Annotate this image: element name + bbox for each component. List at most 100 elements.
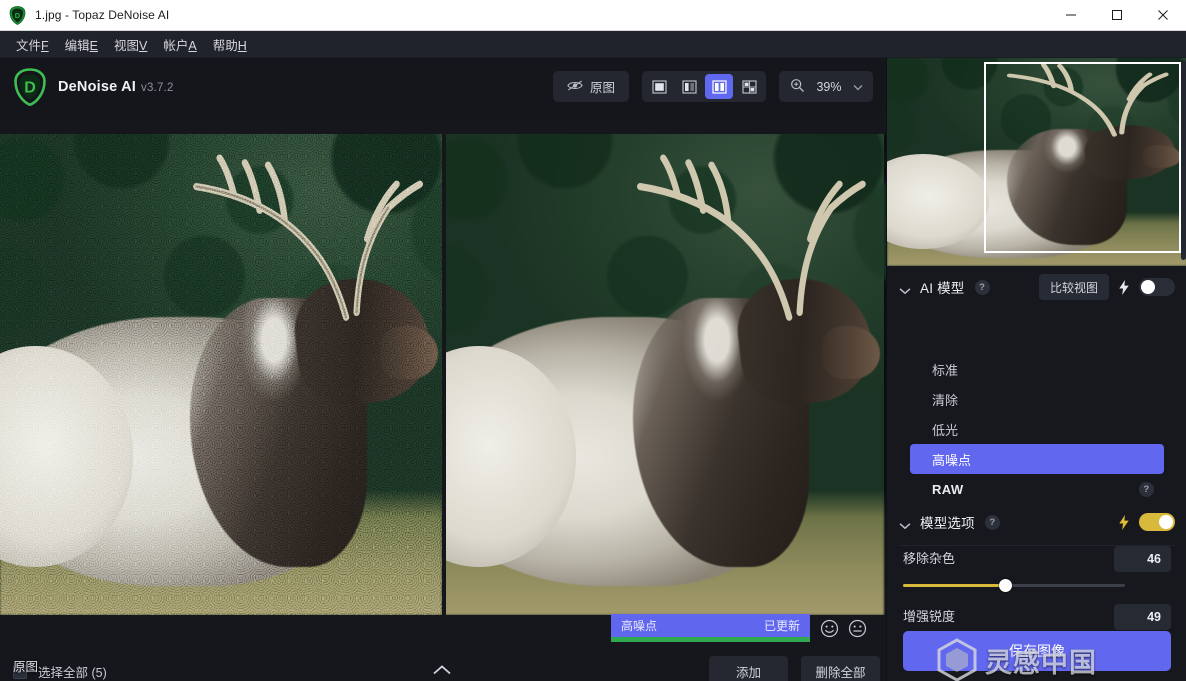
model-option-raw-label: RAW [932, 482, 964, 497]
menu-help-accel: H [238, 39, 247, 53]
model-option-severe-noise[interactable]: 高噪点 [910, 444, 1164, 474]
menu-help-label: 帮助 [213, 39, 238, 53]
right-sidebar: AI 模型 ? 比较视图 标准 清除 低光 高噪点 RAW ? [886, 58, 1186, 681]
original-pane-label: 原图 [13, 656, 38, 675]
chevron-down-icon[interactable] [853, 80, 863, 94]
chevron-down-icon[interactable] [899, 282, 910, 293]
menu-account-label: 帐户 [163, 39, 188, 53]
model-options-section-header[interactable]: 模型选项 ? [887, 505, 1186, 539]
view-mode-single[interactable] [645, 74, 673, 99]
menu-view-label: 视图 [114, 39, 139, 53]
smiley-neutral-icon[interactable] [848, 619, 867, 638]
remove-noise-slider-block: 移除杂色 46 [887, 546, 1186, 587]
remove-all-button[interactable]: 删除全部 [801, 656, 880, 681]
model-options-auto-toggle[interactable] [1139, 513, 1175, 531]
window-title: 1.jpg - Topaz DeNoise AI [35, 8, 169, 22]
smiley-happy-icon[interactable] [820, 619, 839, 638]
ai-model-section-header[interactable]: AI 模型 ? 比较视图 [887, 270, 1186, 304]
menu-edit-accel: E [90, 39, 98, 53]
enhance-sharpness-row: 增强锐度 49 [887, 604, 1186, 630]
view-mode-group [642, 71, 766, 102]
menu-edit[interactable]: 编辑E [57, 32, 106, 57]
brand-version: v3.7.2 [141, 82, 174, 94]
toolbar-controls: 原图 [553, 58, 873, 115]
remove-noise-slider[interactable] [903, 584, 1125, 587]
enhance-sharpness-value[interactable]: 49 [1114, 604, 1171, 630]
maximize-button[interactable] [1094, 0, 1140, 31]
title-bar: D 1.jpg - Topaz DeNoise AI [0, 0, 1186, 31]
model-option-standard[interactable]: 标准 [910, 354, 1164, 384]
ai-model-header-controls: 比较视图 [1039, 274, 1186, 300]
brand-name: DeNoise AI v3.7.2 [58, 79, 174, 95]
menu-view[interactable]: 视图V [106, 32, 155, 57]
topaz-denoise-window: D 1.jpg - Topaz DeNoise AI 文件F 编辑E 视图V 帐… [0, 0, 1186, 681]
remove-noise-row: 移除杂色 46 [887, 546, 1186, 572]
menu-file[interactable]: 文件F [8, 32, 57, 57]
lightning-bolt-icon [1118, 280, 1130, 295]
model-option-raw[interactable]: RAW ? [910, 474, 1164, 504]
feedback-buttons [820, 619, 867, 638]
compare-view-label: 比较视图 [1050, 279, 1098, 296]
menu-account[interactable]: 帐户A [155, 32, 204, 57]
navigator-crop-rectangle[interactable] [984, 62, 1181, 253]
show-original-button[interactable]: 原图 [553, 71, 629, 102]
ai-model-auto-toggle[interactable] [1139, 278, 1175, 296]
view-mode-split[interactable] [675, 74, 703, 99]
model-option-clear[interactable]: 清除 [910, 384, 1164, 414]
toast-bar: 高噪点 已更新 [611, 614, 810, 637]
svg-text:D: D [24, 79, 36, 96]
svg-text:D: D [15, 11, 21, 20]
filmstrip-buttons: 添加 删除全部 [709, 656, 880, 681]
add-files-label: 添加 [736, 662, 761, 681]
menu-file-accel: F [41, 39, 49, 53]
zoom-level-value: 39% [814, 80, 844, 94]
menu-bar: 文件F 编辑E 视图V 帐户A 帮助H [0, 31, 1186, 58]
chevron-up-icon[interactable] [432, 663, 452, 681]
add-files-button[interactable]: 添加 [709, 656, 788, 681]
navigator-preview[interactable] [887, 58, 1186, 266]
view-mode-side-by-side[interactable] [705, 74, 733, 99]
original-image-pane[interactable] [0, 134, 442, 615]
app-brand: D DeNoise AI v3.7.2 [13, 68, 174, 106]
menu-help[interactable]: 帮助H [205, 32, 255, 57]
image-comparison-viewport[interactable] [0, 134, 886, 615]
model-option-severe-noise-label: 高噪点 [932, 450, 971, 469]
processed-image-pane[interactable] [446, 134, 886, 615]
app-body: D DeNoise AI v3.7.2 原图 [0, 58, 1186, 681]
lightning-bolt-icon [1118, 515, 1130, 530]
magnifier-plus-icon [790, 78, 805, 96]
save-image-button[interactable]: 保存图像 [903, 631, 1171, 671]
update-toast: 高噪点 已更新 [611, 614, 810, 642]
zoom-control[interactable]: 39% [779, 71, 873, 102]
remove-noise-value[interactable]: 46 [1114, 546, 1171, 572]
model-option-lowlight[interactable]: 低光 [910, 414, 1164, 444]
ai-model-options-list: 标准 清除 低光 高噪点 RAW ? [887, 354, 1186, 504]
close-button[interactable] [1140, 0, 1186, 31]
question-mark-icon[interactable]: ? [1139, 482, 1154, 497]
menu-account-accel: A [188, 39, 196, 53]
select-all-label: 选择全部 (5) [38, 662, 107, 681]
ai-model-title: AI 模型 [920, 277, 965, 297]
enhance-sharpness-label: 增强锐度 [903, 604, 955, 625]
compare-view-button[interactable]: 比较视图 [1039, 274, 1109, 300]
model-option-clear-label: 清除 [932, 390, 958, 409]
minimize-button[interactable] [1048, 0, 1094, 31]
question-mark-icon[interactable]: ? [975, 280, 990, 295]
topaz-shield-icon: D [9, 6, 26, 25]
model-option-lowlight-label: 低光 [932, 420, 958, 439]
navigator-scrollbar[interactable] [1181, 60, 1186, 260]
remove-all-label: 删除全部 [815, 662, 865, 681]
menu-file-label: 文件 [16, 39, 41, 53]
toast-model-label: 高噪点 [621, 617, 657, 634]
model-option-standard-label: 标准 [932, 360, 958, 379]
toast-progress-bar [611, 637, 810, 642]
brand-name-label: DeNoise AI [58, 79, 136, 95]
eye-slash-icon [567, 79, 583, 95]
toast-status-label: 已更新 [764, 617, 800, 634]
save-image-label: 保存图像 [1009, 641, 1065, 661]
chevron-down-icon[interactable] [899, 517, 910, 528]
question-mark-icon[interactable]: ? [985, 515, 1000, 530]
remove-noise-label: 移除杂色 [903, 546, 955, 567]
view-mode-quad[interactable] [735, 74, 763, 99]
menu-edit-label: 编辑 [65, 39, 90, 53]
